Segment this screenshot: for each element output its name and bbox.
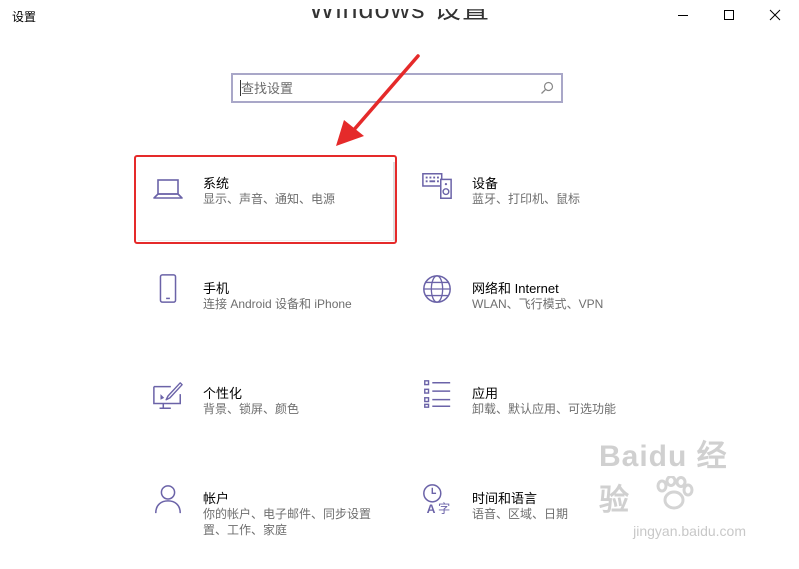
svg-text:字: 字 [438, 501, 450, 515]
paintbrush-monitor-icon [153, 382, 183, 409]
page-heading: Windows 设置 [308, 9, 491, 24]
tile-title: 应用 [472, 386, 499, 401]
search-input[interactable] [241, 79, 531, 97]
tile-phone[interactable]: 手机 连接 Android 设备和 iPhone [138, 267, 393, 345]
tile-desc: 语音、区域、日期 [472, 507, 569, 521]
tile-desc-line: 你的帐户、电子邮件、同步设置 [203, 507, 372, 521]
tile-title: 系统 [203, 176, 230, 191]
tile-title: 时间和语言 [472, 491, 538, 506]
tile-desc: 你的帐户、电子邮件、同步设置 置、工作、家庭 [203, 506, 371, 538]
search-icon[interactable] [540, 81, 554, 95]
tile-title: 帐户 [203, 491, 230, 506]
tile-desc-line: 置、工作、家庭 [203, 523, 288, 537]
phone-icon [159, 274, 177, 303]
tile-title: 手机 [203, 281, 230, 296]
app-list-icon [424, 380, 451, 408]
tile-desc: 蓝牙、打印机、鼠标 [472, 192, 581, 206]
tile-personalization[interactable]: 个性化 背景、锁屏、颜色 [138, 372, 393, 450]
tile-accounts[interactable]: 帐户 你的帐户、电子邮件、同步设置 置、工作、家庭 [138, 477, 393, 555]
clock-language-icon: A 字 [423, 484, 450, 515]
tile-desc: WLAN、飞行模式、VPN [472, 297, 604, 311]
tile-system[interactable]: 系统 显示、声音、通知、电源 [138, 162, 395, 241]
tile-title: 设备 [472, 176, 499, 191]
svg-text:A: A [427, 502, 436, 515]
keyboard-speaker-icon [422, 173, 452, 199]
laptop-icon [153, 179, 183, 199]
person-icon [155, 485, 181, 514]
tile-title: 网络和 Internet [472, 281, 559, 296]
tile-title: 个性化 [203, 386, 243, 401]
tile-apps[interactable]: 应用 卸载、默认应用、可选功能 [407, 372, 662, 450]
tile-time-language[interactable]: A 字 时间和语言 语音、区域、日期 [407, 477, 662, 555]
search-box[interactable] [231, 73, 563, 103]
tile-desc: 连接 Android 设备和 iPhone [203, 297, 352, 311]
tile-desc: 背景、锁屏、颜色 [203, 402, 300, 416]
tile-desc: 显示、声音、通知、电源 [203, 192, 336, 206]
tile-devices[interactable]: 设备 蓝牙、打印机、鼠标 [407, 162, 662, 240]
globe-icon [423, 275, 451, 303]
tile-network[interactable]: 网络和 Internet WLAN、飞行模式、VPN [407, 267, 662, 345]
tile-desc: 卸载、默认应用、可选功能 [472, 402, 617, 416]
